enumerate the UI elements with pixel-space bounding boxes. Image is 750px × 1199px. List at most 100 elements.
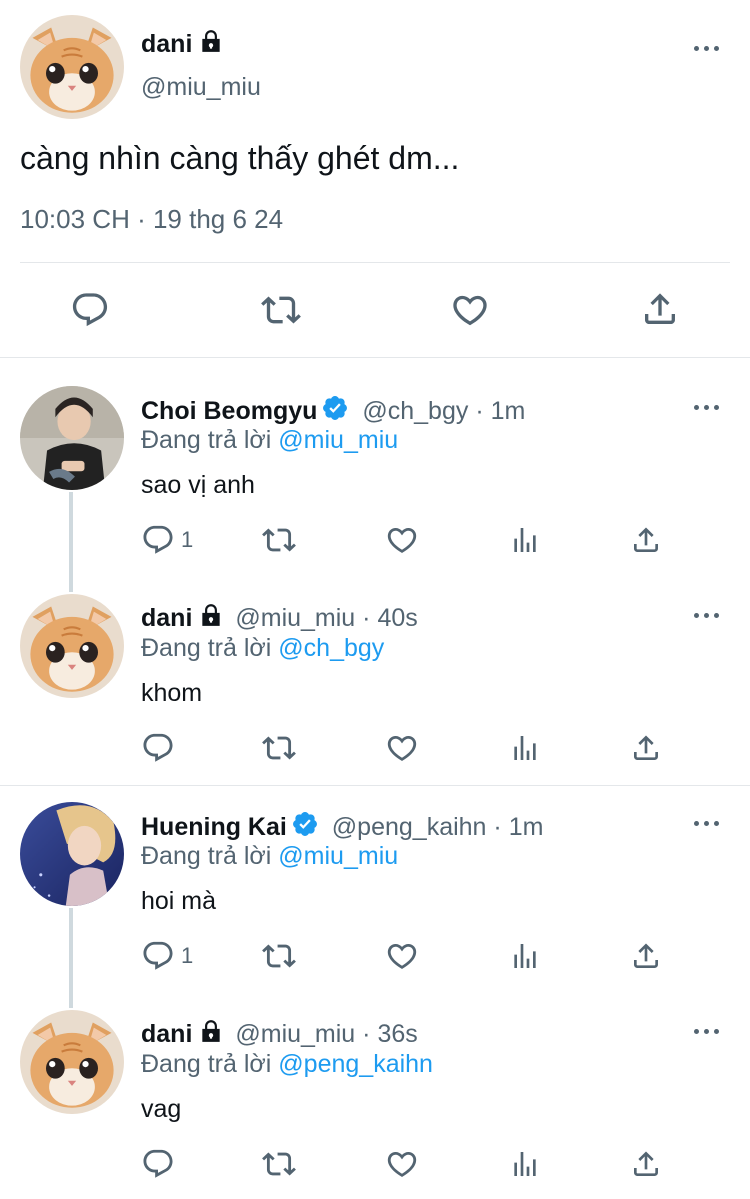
retweet-button[interactable] (261, 1146, 297, 1182)
lock-icon (198, 28, 224, 54)
views-icon (509, 939, 541, 973)
author-name[interactable]: Choi Beomgyu (141, 397, 317, 425)
like-button[interactable] (385, 522, 419, 558)
like-icon (385, 1147, 419, 1181)
mention-link[interactable]: @ch_bgy (278, 634, 384, 662)
lock-icon (198, 602, 224, 628)
action-bar: 1 (141, 938, 681, 974)
avatar[interactable] (20, 386, 124, 490)
retweet-icon (261, 939, 297, 973)
author-name[interactable]: dani (141, 30, 192, 58)
reply-tweet[interactable]: dani @miu_miu · 40s Đang trả lời @ch_bgy… (0, 590, 750, 785)
retweet-icon (261, 731, 297, 765)
reply-icon (141, 939, 175, 973)
views-button[interactable] (509, 1146, 541, 1182)
replying-label: Đang trả lời (141, 634, 272, 662)
avatar[interactable] (20, 802, 124, 906)
reply-time[interactable]: 40s (377, 604, 417, 632)
share-button[interactable] (630, 730, 662, 766)
replying-to: Đang trả lời @peng_kaihn (141, 1050, 433, 1079)
verified-badge-icon (291, 810, 319, 838)
reply-header: Choi Beomgyu @ch_bgy · 1m (141, 394, 525, 426)
reply-header: dani @miu_miu · 36s (141, 1018, 418, 1049)
reply-text: vag (141, 1095, 182, 1123)
reply-count: 1 (181, 943, 194, 968)
reply-button[interactable] (141, 1146, 181, 1182)
verified-badge-icon (321, 394, 349, 422)
retweet-icon (261, 1147, 297, 1181)
reply-button[interactable] (141, 730, 181, 766)
author-name[interactable]: dani (141, 1020, 192, 1048)
avatar[interactable] (20, 15, 124, 119)
share-icon[interactable] (640, 289, 680, 329)
replying-label: Đang trả lời (141, 426, 272, 454)
reply-text: khom (141, 679, 203, 707)
avatar[interactable] (20, 594, 124, 698)
reply-tweet[interactable]: Choi Beomgyu @ch_bgy · 1m Đang trả lời @… (0, 382, 750, 582)
views-icon (509, 1147, 541, 1181)
reply-count: 1 (181, 527, 194, 552)
more-options-icon[interactable] (694, 43, 722, 53)
reply-tweet[interactable]: Huening Kai @peng_kaihn · 1m Đang trả lờ… (0, 798, 750, 998)
author-name[interactable]: Huening Kai (141, 813, 287, 841)
like-button[interactable] (385, 938, 419, 974)
reply-header: Huening Kai @peng_kaihn · 1m (141, 810, 543, 842)
divider (0, 785, 750, 786)
reply-button[interactable]: 1 (141, 522, 193, 558)
author-handle[interactable]: @miu_miu (141, 73, 261, 102)
like-icon (385, 731, 419, 765)
reply-icon (141, 731, 175, 765)
author-handle[interactable]: @miu_miu (235, 1020, 355, 1048)
action-bar: 1 (141, 522, 681, 558)
divider (20, 262, 730, 263)
share-button[interactable] (630, 1146, 662, 1182)
tweet-timestamp[interactable]: 10:03 CH · 19 thg 6 24 (20, 204, 283, 235)
replying-label: Đang trả lời (141, 842, 272, 870)
more-options-icon[interactable] (694, 402, 722, 412)
mention-link[interactable]: @miu_miu (278, 426, 398, 454)
views-button[interactable] (509, 522, 541, 558)
like-button[interactable] (385, 730, 419, 766)
replying-to: Đang trả lời @ch_bgy (141, 634, 384, 663)
reply-tweet[interactable]: dani @miu_miu · 36s Đang trả lời @peng_k… (0, 1006, 750, 1199)
like-icon (385, 939, 419, 973)
replying-label: Đang trả lời (141, 1050, 272, 1078)
reply-time[interactable]: 1m (491, 397, 526, 425)
reply-button[interactable]: 1 (141, 938, 193, 974)
reply-icon (141, 1147, 175, 1181)
author-handle[interactable]: @peng_kaihn (332, 813, 487, 841)
reply-time[interactable]: 36s (377, 1020, 417, 1048)
like-icon[interactable] (449, 290, 491, 330)
like-icon (385, 523, 419, 557)
retweet-button[interactable] (261, 938, 297, 974)
reply-time[interactable]: 1m (509, 813, 544, 841)
views-button[interactable] (509, 730, 541, 766)
avatar[interactable] (20, 1010, 124, 1114)
reply-header: dani @miu_miu · 40s (141, 602, 418, 633)
views-icon (509, 731, 541, 765)
separator: · (362, 1020, 371, 1048)
retweet-icon (261, 523, 297, 557)
share-button[interactable] (630, 938, 662, 974)
share-icon (630, 731, 662, 765)
views-button[interactable] (509, 938, 541, 974)
retweet-button[interactable] (261, 730, 297, 766)
separator: · (475, 397, 484, 425)
like-button[interactable] (385, 1146, 419, 1182)
reply-text: sao vị anh (141, 471, 255, 499)
reply-icon[interactable] (70, 290, 110, 330)
retweet-icon[interactable] (259, 290, 303, 330)
more-options-icon[interactable] (694, 610, 722, 620)
author-name[interactable]: dani (141, 604, 192, 632)
author-handle[interactable]: @miu_miu (235, 604, 355, 632)
mention-link[interactable]: @miu_miu (278, 842, 398, 870)
share-button[interactable] (630, 522, 662, 558)
retweet-button[interactable] (261, 522, 297, 558)
share-icon (630, 939, 662, 973)
more-options-icon[interactable] (694, 1026, 722, 1036)
mention-link[interactable]: @peng_kaihn (278, 1050, 433, 1078)
more-options-icon[interactable] (694, 818, 722, 828)
main-tweet: dani @miu_miu càng nhìn càng thấy ghét d… (0, 0, 750, 358)
share-icon (630, 523, 662, 557)
author-handle[interactable]: @ch_bgy (362, 397, 468, 425)
